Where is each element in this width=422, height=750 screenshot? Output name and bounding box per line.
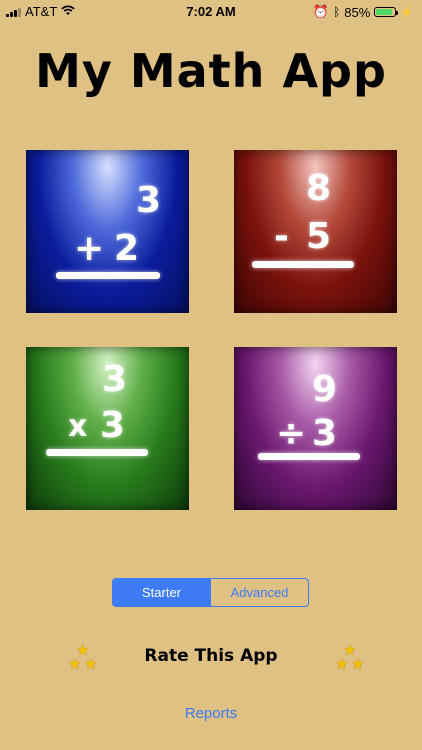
star-icon: ★ [351,655,365,673]
star-icon: ★ [335,655,349,673]
tile-bottom-number: 5 [306,216,332,257]
answer-line [252,261,354,268]
tile-top-number: 3 [136,180,162,221]
divide-sign: ÷ [276,413,307,454]
starter-segment[interactable]: Starter [113,579,210,606]
addition-tile[interactable]: 3 + 2 [26,150,189,313]
tile-bottom-number: 2 [114,228,140,269]
tile-bottom-number: 3 [100,405,126,446]
tile-top-number: 8 [306,168,332,209]
division-tile[interactable]: 9 ÷ 3 [234,347,397,510]
battery-icon [374,7,399,17]
charging-icon: ⚡ [400,6,414,19]
answer-line [46,449,148,456]
plus-sign: + [74,228,105,269]
tile-bottom-number: 3 [312,413,338,454]
status-right: ⏰ ᛒ 85% ⚡ [313,4,414,20]
advanced-segment[interactable]: Advanced [210,579,308,606]
subtraction-tile[interactable]: 8 - 5 [234,150,397,313]
stars-icon-right: ★ ★ ★ [334,641,368,675]
times-sign: x [68,409,88,444]
status-bar: AT&T 7:02 AM ⏰ ᛒ 85% ⚡ [0,0,422,22]
tile-top-number: 3 [102,359,128,400]
level-segmented-control[interactable]: Starter Advanced [112,578,309,607]
alarm-icon: ⏰ [312,4,330,19]
answer-line [56,272,160,279]
minus-sign: - [274,216,289,257]
app-title: My Math App [35,44,387,98]
bluetooth-icon: ᛒ [333,5,341,19]
multiplication-tile[interactable]: 3 x 3 [26,347,189,510]
answer-line [258,453,360,460]
tile-top-number: 9 [312,369,338,410]
reports-link[interactable]: Reports [0,705,422,722]
battery-percent: 85% [344,4,371,20]
